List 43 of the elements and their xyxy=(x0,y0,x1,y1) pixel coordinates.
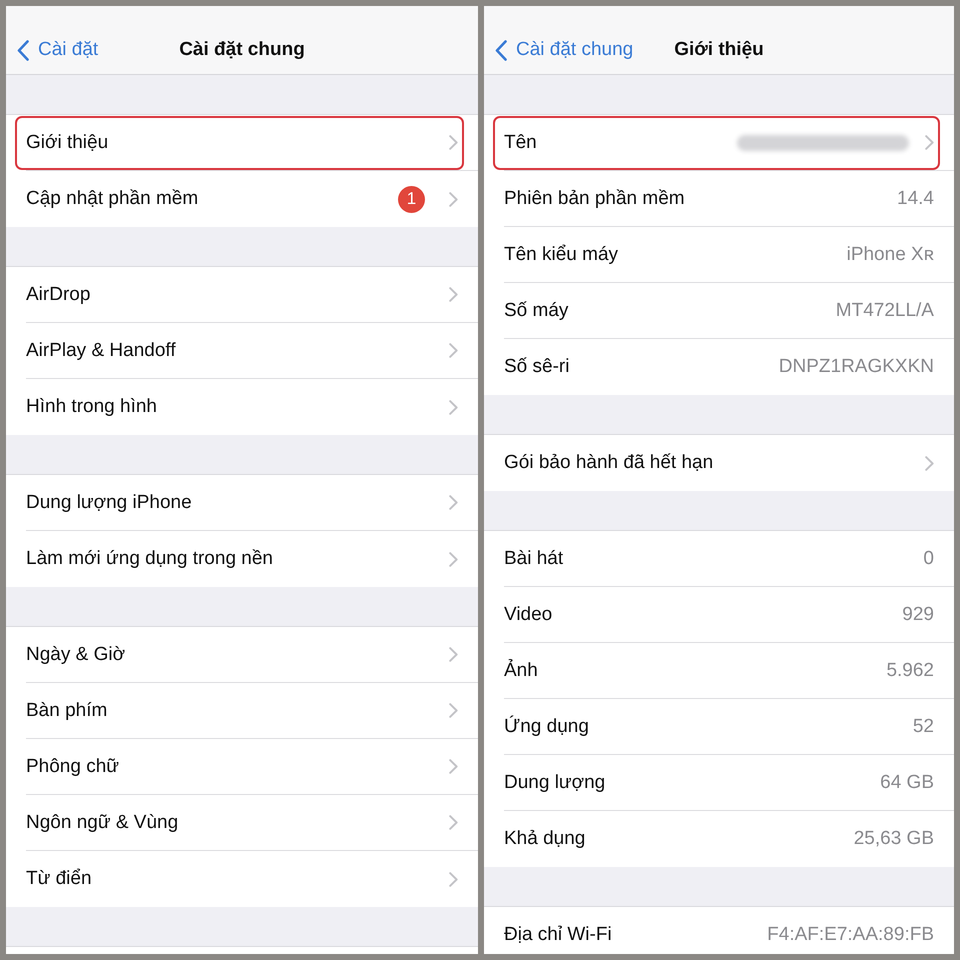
row-label: Phiên bản phần mềm xyxy=(504,188,686,210)
row-label: Bài hát xyxy=(504,548,564,570)
row-value: DNPZ1RAGKXKN xyxy=(778,356,934,378)
row-value: 14.4 xyxy=(897,188,934,210)
back-button[interactable]: Cài đặt chung xyxy=(484,39,634,61)
nav-title: Giới thiệu xyxy=(674,39,764,61)
back-icon xyxy=(17,40,29,60)
notification-badge: 1 xyxy=(398,186,425,212)
settings-row[interactable]: Cập nhật phần mềm 1 xyxy=(6,171,478,227)
back-icon xyxy=(495,40,507,60)
settings-row[interactable]: Ngày & Giờ xyxy=(6,627,478,683)
row-value: 64 GB xyxy=(880,772,934,794)
row-value: MT472LL/A xyxy=(836,300,934,322)
row-value: 929 xyxy=(902,604,934,626)
settings-row[interactable]: Ngôn ngữ & Vùng xyxy=(6,795,478,851)
row-value: 52 xyxy=(912,716,934,738)
settings-row[interactable]: AirPlay & Handoff xyxy=(6,323,478,379)
settings-row[interactable]: Hình trong hình xyxy=(6,379,478,435)
settings-row[interactable]: Giới thiệu xyxy=(6,115,478,171)
row-label: Khả dụng xyxy=(504,828,586,850)
row-value: 5.962 xyxy=(886,660,934,682)
row-label: Tên kiểu máy xyxy=(504,244,620,266)
settings-row[interactable]: Từ điển xyxy=(6,851,478,907)
row-value: 25,63 GB xyxy=(854,828,934,850)
nav-title: Cài đặt chung xyxy=(179,39,305,61)
settings-row[interactable]: Phông chữ xyxy=(6,739,478,795)
settings-row[interactable]: Làm mới ứng dụng trong nền xyxy=(6,531,478,587)
row-label: Dung lượng xyxy=(504,772,606,794)
row-label: Ứng dụng xyxy=(504,716,590,738)
row-value: iPhone Xʀ xyxy=(846,244,934,266)
row-label: Số sê-ri xyxy=(504,356,570,378)
settings-row[interactable]: Bàn phím xyxy=(6,683,478,739)
back-button[interactable]: Cài đặt xyxy=(6,39,98,61)
settings-row[interactable]: AirDrop xyxy=(6,267,478,323)
row-label: Số máy xyxy=(504,300,570,322)
row-value: 0 xyxy=(923,548,934,570)
settings-row[interactable]: Dung lượng iPhone xyxy=(6,475,478,531)
row-label: Địa chỉ Wi-Fi xyxy=(504,924,613,946)
settings-row[interactable]: Tên xyxy=(484,115,954,171)
settings-row[interactable]: Gói bảo hành đã hết hạn xyxy=(484,435,954,491)
row-label: Video xyxy=(504,604,554,626)
row-label: Ảnh xyxy=(504,660,539,682)
row-value: F4:AF:E7:AA:89:FB xyxy=(767,924,934,946)
